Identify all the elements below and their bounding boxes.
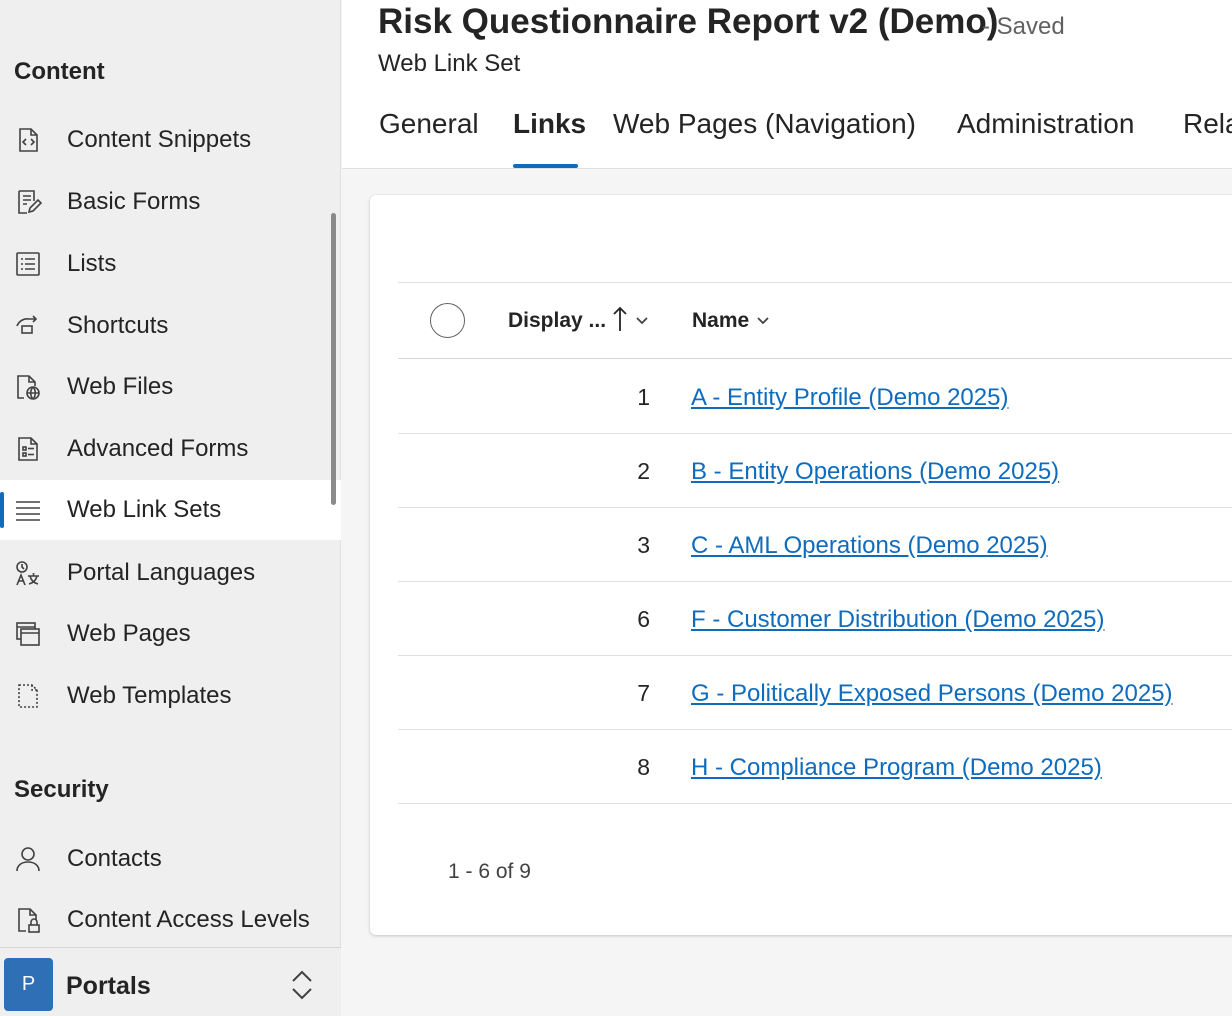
sidebar-item-basic-forms[interactable]: Basic Forms xyxy=(0,172,341,232)
sidebar-scrollbar[interactable] xyxy=(331,213,336,505)
contacts-icon xyxy=(14,845,42,873)
sidebar-item-content-snippets[interactable]: Content Snippets xyxy=(0,110,341,170)
sort-ascending-icon xyxy=(613,306,627,331)
tab-administration[interactable]: Administration xyxy=(957,108,1134,140)
sidebar-item-label: Basic Forms xyxy=(67,188,201,215)
sidebar-item-shortcuts[interactable]: Shortcuts xyxy=(0,296,341,356)
portal-languages-icon xyxy=(14,559,42,587)
record-header: Risk Questionnaire Report v2 (Demo) - Sa… xyxy=(342,0,1232,169)
name-link[interactable]: H - Compliance Program (Demo 2025) xyxy=(691,754,1102,782)
area-switcher[interactable]: P Portals xyxy=(0,947,341,1016)
tab-web-pages-navigation[interactable]: Web Pages (Navigation) xyxy=(613,108,916,140)
web-files-icon xyxy=(14,373,42,401)
content-group-heading: Content xyxy=(14,58,105,85)
sidebar-item-label: Advanced Forms xyxy=(67,435,249,462)
chevron-down-icon[interactable] xyxy=(634,313,650,329)
sidebar-item-content-access-levels[interactable]: Content Access Levels xyxy=(0,890,341,950)
selection-indicator xyxy=(0,492,4,528)
shortcuts-icon xyxy=(14,312,42,340)
sidebar-item-advanced-forms[interactable]: Advanced Forms xyxy=(0,419,341,479)
web-pages-icon xyxy=(14,620,42,648)
tab-general[interactable]: General xyxy=(379,108,479,140)
sidebar-item-label: Content Access Levels xyxy=(67,906,310,933)
select-all-checkbox[interactable] xyxy=(430,303,465,338)
record-entity-name: Web Link Set xyxy=(378,50,521,77)
table-row[interactable]: 3 C - AML Operations (Demo 2025) xyxy=(398,508,1232,582)
active-tab-indicator xyxy=(513,164,578,168)
table-row[interactable]: 8 H - Compliance Program (Demo 2025) xyxy=(398,730,1232,804)
links-subgrid-card: Display ... Name 1 A - Entity Profile (D… xyxy=(370,195,1232,935)
display-order-cell: 2 xyxy=(637,458,650,484)
content-snippets-icon xyxy=(14,126,42,154)
security-group-heading: Security xyxy=(14,776,109,803)
chevron-up-down-icon[interactable] xyxy=(288,967,316,1003)
display-order-cell: 7 xyxy=(637,680,650,706)
sidebar-item-label: Web Files xyxy=(67,373,174,400)
grid-header-row: Display ... Name xyxy=(398,283,1232,359)
name-link[interactable]: A - Entity Profile (Demo 2025) xyxy=(691,384,1008,412)
sidebar-item-web-link-sets[interactable]: Web Link Sets xyxy=(0,480,341,540)
sidebar-item-lists[interactable]: Lists xyxy=(0,234,341,294)
sidebar-item-label: Content Snippets xyxy=(67,126,252,153)
column-header-name[interactable]: Name xyxy=(692,309,749,333)
name-link[interactable]: B - Entity Operations (Demo 2025) xyxy=(691,458,1059,486)
sidebar-item-web-templates[interactable]: Web Templates xyxy=(0,666,341,726)
table-row[interactable]: 2 B - Entity Operations (Demo 2025) xyxy=(398,434,1232,508)
sidebar-item-label: Lists xyxy=(67,250,117,277)
advanced-forms-icon xyxy=(14,435,42,463)
table-row[interactable]: 7 G - Politically Exposed Persons (Demo … xyxy=(398,656,1232,730)
sidebar-item-label: Web Templates xyxy=(67,682,232,709)
table-row[interactable]: 1 A - Entity Profile (Demo 2025) xyxy=(398,360,1232,434)
lists-icon xyxy=(14,250,42,278)
display-order-cell: 3 xyxy=(637,532,650,558)
web-templates-icon xyxy=(14,682,42,710)
display-order-cell: 6 xyxy=(637,606,650,632)
sidebar-item-contacts[interactable]: Contacts xyxy=(0,829,341,889)
pager-record-count: 1 - 6 of 9 xyxy=(448,860,531,883)
name-link[interactable]: C - AML Operations (Demo 2025) xyxy=(691,532,1048,560)
area-label: Portals xyxy=(66,972,151,1000)
name-link[interactable]: G - Politically Exposed Persons (Demo 20… xyxy=(691,680,1173,708)
record-title: Risk Questionnaire Report v2 (Demo) xyxy=(378,2,999,41)
content-access-levels-icon xyxy=(14,906,42,934)
basic-forms-icon xyxy=(14,188,42,216)
save-status: - Saved xyxy=(982,13,1065,40)
tab-related[interactable]: Rela xyxy=(1183,108,1232,140)
sidebar-item-label: Contacts xyxy=(67,845,162,872)
tab-links[interactable]: Links xyxy=(513,108,586,140)
display-order-cell: 8 xyxy=(637,754,650,780)
web-link-sets-icon xyxy=(14,496,42,524)
name-link[interactable]: F - Customer Distribution (Demo 2025) xyxy=(691,606,1104,634)
display-order-cell: 1 xyxy=(637,384,650,410)
chevron-down-icon[interactable] xyxy=(755,313,771,329)
sidebar-item-web-pages[interactable]: Web Pages xyxy=(0,604,341,664)
area-avatar: P xyxy=(4,958,53,1011)
sidebar-item-label: Web Pages xyxy=(67,620,191,647)
site-map-sidebar: Content Content Snippets Basic Forms Lis… xyxy=(0,0,341,1016)
column-header-display-order[interactable]: Display ... xyxy=(508,309,606,333)
table-row[interactable]: 6 F - Customer Distribution (Demo 2025) xyxy=(398,582,1232,656)
sidebar-item-web-files[interactable]: Web Files xyxy=(0,357,341,417)
sidebar-item-label: Shortcuts xyxy=(67,312,169,339)
sidebar-item-label: Portal Languages xyxy=(67,559,256,586)
sidebar-item-portal-languages[interactable]: Portal Languages xyxy=(0,543,341,603)
sidebar-item-label: Web Link Sets xyxy=(67,496,222,523)
